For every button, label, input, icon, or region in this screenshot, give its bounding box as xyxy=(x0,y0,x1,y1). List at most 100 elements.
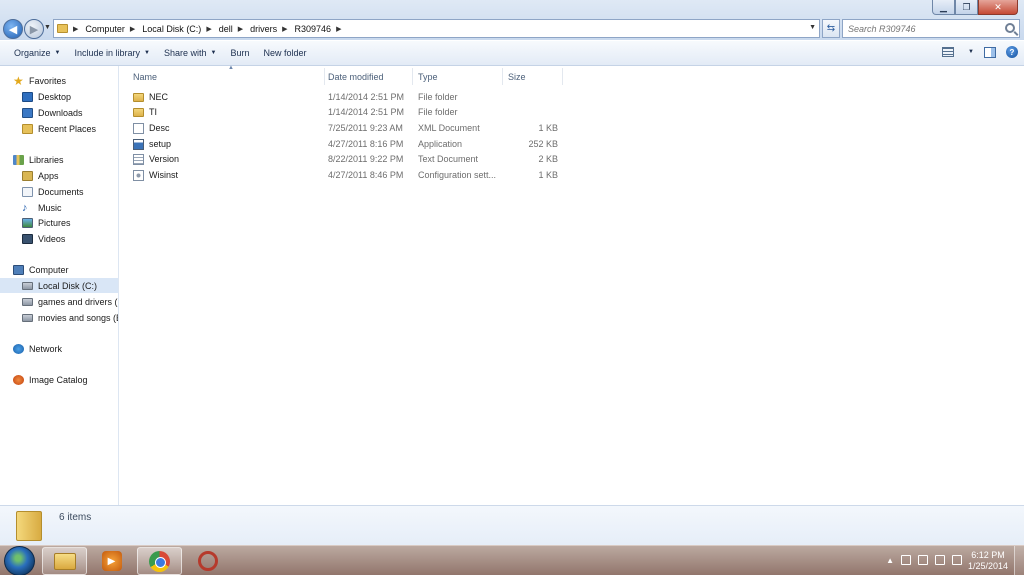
taskbar-app-button[interactable] xyxy=(185,547,230,575)
column-label: Type xyxy=(418,71,438,82)
views-dropdown-icon[interactable]: ▼ xyxy=(968,49,974,55)
music-icon: ♪ xyxy=(22,201,28,214)
clock-date: 1/25/2014 xyxy=(967,561,1008,571)
search-input[interactable] xyxy=(843,23,998,34)
file-name: setup xyxy=(149,139,172,149)
file-date: 1/14/2014 2:51 PM xyxy=(328,92,405,102)
address-dropdown-icon[interactable]: ▼ xyxy=(809,24,816,31)
share-with-menu[interactable]: Share with ▼ xyxy=(164,48,228,58)
nav-favorites[interactable]: ★ Favorites xyxy=(0,73,118,88)
breadcrumb-chevron-icon[interactable]: ▶ xyxy=(336,25,341,33)
back-button[interactable]: ◀ xyxy=(3,19,23,39)
desktop-icon xyxy=(22,91,33,102)
breadcrumb-local-disk[interactable]: Local Disk (C:) xyxy=(142,24,201,34)
column-label: Date modified xyxy=(328,71,384,82)
file-type: Text Document xyxy=(418,154,479,164)
nav-downloads[interactable]: Downloads xyxy=(0,105,118,120)
address-bar[interactable]: ▶ Computer ▶ Local Disk (C:) ▶ dell ▶ dr… xyxy=(53,19,820,38)
nav-label: Favorites xyxy=(29,75,67,86)
volume-icon[interactable] xyxy=(952,555,962,565)
breadcrumb-chevron-icon[interactable]: ▶ xyxy=(282,25,287,33)
new-folder-button[interactable]: New folder xyxy=(263,48,318,58)
column-header-name[interactable]: ▲ Name xyxy=(128,65,325,85)
details-pane: 6 items xyxy=(0,505,1024,545)
search-icon[interactable] xyxy=(1005,23,1015,33)
close-button[interactable]: ✕ xyxy=(978,0,1018,15)
window-controls: ▁ ❐ ✕ xyxy=(932,0,1018,15)
include-in-library-menu[interactable]: Include in library ▼ xyxy=(74,48,161,58)
show-desktop-button[interactable] xyxy=(1014,546,1024,575)
file-size xyxy=(505,105,558,120)
file-row[interactable]: setup 4/27/2011 8:16 PM Application 252 … xyxy=(120,137,570,152)
star-icon: ★ xyxy=(13,73,24,88)
refresh-button[interactable]: ⇆ xyxy=(822,19,840,38)
file-type: Application xyxy=(418,139,463,149)
nav-games-and-drivers[interactable]: games and drivers (I xyxy=(0,294,118,309)
file-row[interactable]: NEC 1/14/2014 2:51 PM File folder xyxy=(120,90,570,105)
network-signal-icon[interactable] xyxy=(935,555,945,565)
arrow-right-icon: ▶ xyxy=(29,23,39,36)
file-row[interactable]: TI 1/14/2014 2:51 PM File folder xyxy=(120,105,570,120)
burn-button[interactable]: Burn xyxy=(230,48,261,58)
nav-pictures[interactable]: Pictures xyxy=(0,215,118,230)
file-row[interactable]: Wisinst 4/27/2011 8:46 PM Configuration … xyxy=(120,168,570,183)
chevron-down-icon: ▼ xyxy=(144,50,150,56)
nav-apps[interactable]: Apps xyxy=(0,168,118,183)
change-view-icon[interactable] xyxy=(942,47,955,57)
nav-local-disk[interactable]: Local Disk (C:) xyxy=(0,278,118,293)
forward-button[interactable]: ▶ xyxy=(24,19,44,39)
hard-drive-icon xyxy=(22,297,33,306)
clock[interactable]: 6:12 PM 1/25/2014 xyxy=(968,550,1008,572)
title-bar: ▁ ❐ ✕ ◀ ▶ ▼ ▶ Computer ▶ Local Disk (C:)… xyxy=(0,0,1024,40)
column-header-size[interactable]: Size xyxy=(503,68,563,85)
help-icon[interactable]: ? xyxy=(1006,46,1018,58)
folder-icon xyxy=(133,93,144,102)
breadcrumb-chevron-icon[interactable]: ▶ xyxy=(206,25,211,33)
file-size: 1 KB xyxy=(538,170,558,180)
taskbar-media-player-button[interactable]: ▶ xyxy=(89,547,134,575)
nav-movies-and-songs[interactable]: movies and songs (E xyxy=(0,310,118,325)
nav-computer[interactable]: Computer xyxy=(0,262,118,277)
nav-documents[interactable]: Documents xyxy=(0,184,118,199)
restore-button[interactable]: ❐ xyxy=(955,0,978,15)
column-header-date-modified[interactable]: Date modified xyxy=(323,68,413,85)
network-icon xyxy=(13,343,24,354)
search-box[interactable] xyxy=(842,19,1020,38)
show-hidden-icons-icon[interactable]: ▲ xyxy=(886,556,894,565)
recent-places-icon xyxy=(22,123,33,134)
taskbar: ▶ ▲ 6:12 PM 1/25/2014 xyxy=(0,545,1024,575)
breadcrumb-computer[interactable]: Computer xyxy=(85,24,125,34)
start-button[interactable] xyxy=(4,546,35,575)
taskbar-chrome-button[interactable] xyxy=(137,547,182,575)
preview-pane-icon[interactable] xyxy=(984,46,996,58)
breadcrumb-dell[interactable]: dell xyxy=(219,24,233,34)
folder-icon xyxy=(133,108,144,117)
file-row[interactable]: Version 8/22/2011 9:22 PM Text Document … xyxy=(120,152,570,167)
minimize-button[interactable]: ▁ xyxy=(932,0,955,15)
organize-menu[interactable]: Organize ▼ xyxy=(14,48,72,58)
breadcrumb-drivers[interactable]: drivers xyxy=(250,24,277,34)
file-list: ▲ Name Date modified Type Size NEC 1/14/… xyxy=(120,65,1024,505)
nav-libraries[interactable]: Libraries xyxy=(0,152,118,167)
nav-music[interactable]: ♪ Music xyxy=(0,200,118,215)
column-header-type[interactable]: Type xyxy=(413,68,503,85)
nav-recent-places[interactable]: Recent Places xyxy=(0,121,118,136)
flag-icon[interactable] xyxy=(901,555,911,565)
nav-network[interactable]: Network xyxy=(0,341,118,356)
file-date: 1/14/2014 2:51 PM xyxy=(328,107,405,117)
breadcrumb-chevron-icon[interactable]: ▶ xyxy=(238,25,243,33)
nav-label: Music xyxy=(38,202,62,213)
breadcrumb-chevron-icon[interactable]: ▶ xyxy=(130,25,135,33)
taskbar-explorer-button[interactable] xyxy=(42,547,87,575)
nav-image-catalog[interactable]: Image Catalog xyxy=(0,372,118,387)
file-size: 1 KB xyxy=(538,123,558,133)
breadcrumb-chevron-icon[interactable]: ▶ xyxy=(73,25,78,33)
file-row[interactable]: Desc 7/25/2011 9:23 AM XML Document 1 KB xyxy=(120,121,570,136)
nav-desktop[interactable]: Desktop xyxy=(0,89,118,104)
folder-icon xyxy=(57,24,68,33)
display-icon[interactable] xyxy=(918,555,928,565)
recent-pages-dropdown[interactable]: ▼ xyxy=(44,24,51,31)
breadcrumb-current-folder[interactable]: R309746 xyxy=(295,24,332,34)
file-size: 252 KB xyxy=(528,139,558,149)
nav-videos[interactable]: Videos xyxy=(0,231,118,246)
